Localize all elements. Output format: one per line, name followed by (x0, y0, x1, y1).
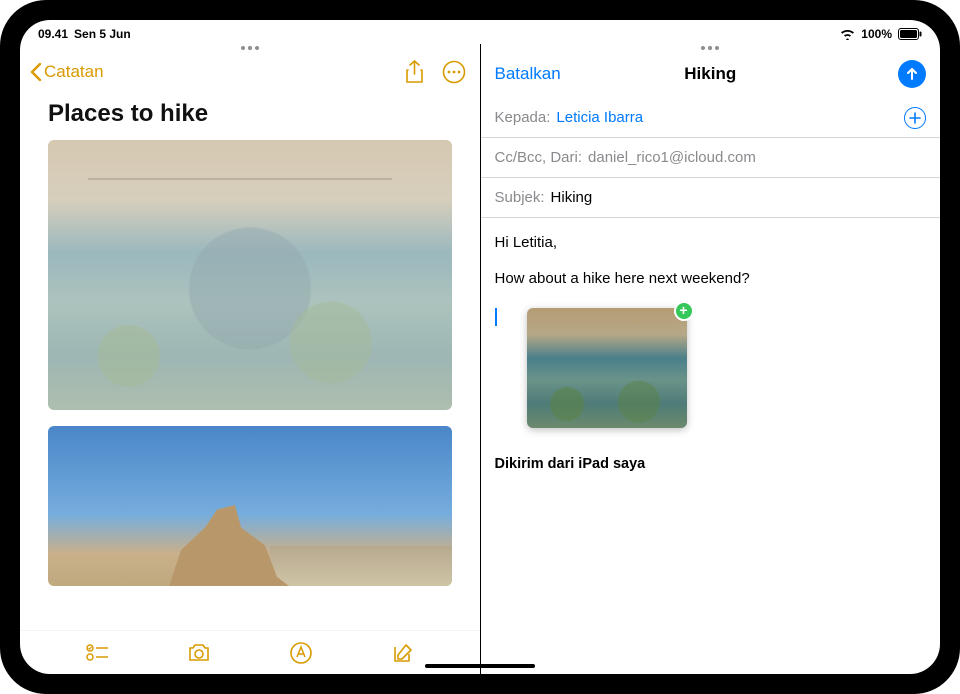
ccbcc-label: Cc/Bcc, Dari: (495, 149, 583, 166)
status-time: 09.41 (38, 27, 68, 41)
from-value: daniel_rico1@icloud.com (588, 149, 756, 166)
battery-icon (898, 28, 922, 40)
text-cursor (495, 308, 497, 326)
subject-label: Subjek: (495, 189, 545, 206)
status-bar: 09.41 Sen 5 Jun 100% (20, 20, 940, 44)
note-image-1[interactable] (48, 140, 452, 410)
checklist-icon (86, 644, 108, 662)
multitask-pill-right[interactable] (701, 46, 719, 50)
mail-app: Batalkan Hiking Kepada: Leticia Ibarra C… (481, 44, 941, 674)
send-button[interactable] (898, 60, 926, 88)
note-body[interactable] (20, 140, 480, 630)
notes-toolbar (20, 630, 480, 674)
ccbcc-field[interactable]: Cc/Bcc, Dari: daniel_rico1@icloud.com (481, 138, 941, 178)
cancel-button[interactable]: Batalkan (495, 64, 561, 84)
add-recipient-button[interactable] (904, 107, 926, 129)
dragged-image[interactable]: + (527, 308, 687, 428)
back-label: Catatan (44, 62, 104, 82)
body-line-2: How about a hike here next weekend? (495, 268, 927, 290)
notes-nav: Catatan (20, 44, 480, 92)
multitask-pill-left[interactable] (241, 46, 259, 50)
markup-icon (290, 642, 312, 664)
wifi-icon (840, 29, 855, 40)
chevron-left-icon (30, 63, 42, 81)
battery-percent: 100% (861, 27, 892, 41)
compose-button[interactable] (392, 642, 414, 664)
subject-field[interactable]: Subjek: Hiking (481, 178, 941, 218)
split-view: Catatan Places to hike (20, 44, 940, 674)
to-label: Kepada: (495, 109, 551, 126)
mail-nav: Batalkan Hiking (481, 44, 941, 98)
checklist-button[interactable] (86, 644, 108, 662)
home-indicator[interactable] (425, 664, 535, 668)
mail-body[interactable]: Hi Letitia, How about a hike here next w… (481, 218, 941, 674)
plus-icon (909, 112, 921, 124)
body-line-1: Hi Letitia, (495, 232, 927, 254)
mail-title: Hiking (684, 64, 736, 84)
subject-value: Hiking (551, 189, 593, 206)
signature: Dikirim dari iPad saya (495, 454, 927, 475)
screen: 09.41 Sen 5 Jun 100% Cat (20, 20, 940, 674)
more-icon (442, 60, 466, 84)
share-button[interactable] (405, 60, 424, 84)
note-title[interactable]: Places to hike (20, 92, 480, 140)
status-date: Sen 5 Jun (74, 27, 131, 41)
note-image-2[interactable] (48, 426, 452, 586)
recipient-chip[interactable]: Leticia Ibarra (556, 109, 643, 126)
notes-app: Catatan Places to hike (20, 44, 481, 674)
camera-button[interactable] (187, 643, 211, 663)
markup-button[interactable] (290, 642, 312, 664)
back-button[interactable]: Catatan (30, 62, 104, 82)
compose-icon (392, 642, 414, 664)
more-button[interactable] (442, 60, 466, 84)
share-icon (405, 60, 424, 84)
ipad-frame: 09.41 Sen 5 Jun 100% Cat (0, 0, 960, 694)
camera-icon (187, 643, 211, 663)
to-field[interactable]: Kepada: Leticia Ibarra (481, 98, 941, 138)
arrow-up-icon (905, 67, 919, 81)
drag-add-badge: + (674, 301, 694, 321)
